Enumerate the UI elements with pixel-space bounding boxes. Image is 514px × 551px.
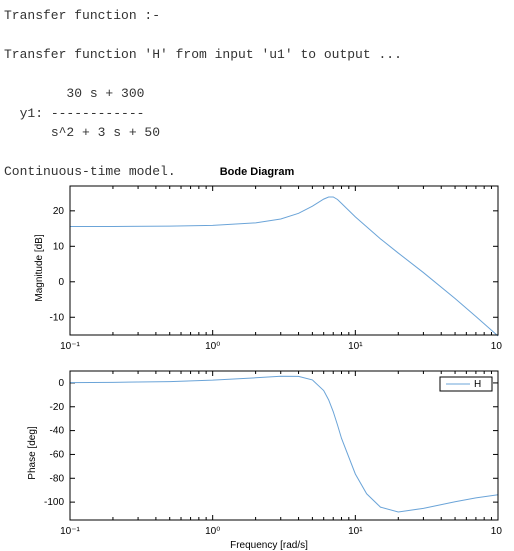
svg-text:-20: -20 [50,402,65,413]
magnitude-ylabel: Magnitude [dB] [34,234,45,301]
tf-denominator: s^2 + 3 s + 50 [4,123,510,143]
svg-text:0: 0 [58,378,64,389]
svg-text:20: 20 [53,206,65,217]
svg-text:-60: -60 [50,449,65,460]
magnitude-plot: Magnitude [dB] 10⁻¹ 10⁰ 10¹ 10² -10 0 10 20 [36,180,502,355]
svg-text:10²: 10² [491,526,502,537]
svg-text:10⁰: 10⁰ [205,526,220,537]
svg-text:10²: 10² [491,341,502,352]
magnitude-svg: 10⁻¹ 10⁰ 10¹ 10² -10 0 10 20 [36,180,502,355]
frequency-xlabel: Frequency [rad/s] [36,540,502,551]
svg-text:10¹: 10¹ [348,341,363,352]
svg-text:10: 10 [53,241,65,252]
phase-ylabel: Phase [deg] [27,426,38,479]
svg-text:-80: -80 [50,473,65,484]
svg-text:10¹: 10¹ [348,526,363,537]
svg-text:0: 0 [58,277,64,288]
transfer-function-block: Transfer function :- Transfer function '… [4,6,510,182]
svg-text:H: H [474,379,481,390]
svg-text:10⁻¹: 10⁻¹ [60,341,80,352]
svg-text:-40: -40 [50,426,65,437]
phase-svg: 10⁻¹ 10⁰ 10¹ 10² -100 -80 -60 -40 -20 0 H [36,365,502,540]
tf-numerator: 30 s + 300 [4,84,510,104]
bode-diagram-title: Bode Diagram [0,166,514,178]
svg-text:-100: -100 [44,497,64,508]
svg-text:10⁰: 10⁰ [205,341,220,352]
phase-plot: Phase [deg] 10⁻¹10⁰10¹10²-100-80-60-40-2… [36,365,502,540]
svg-text:-10: -10 [50,312,65,323]
svg-text:10⁻¹: 10⁻¹ [60,526,80,537]
tf-fraction: y1: ------------ [4,104,510,124]
tf-desc: Transfer function 'H' from input 'u1' to… [4,45,510,65]
tf-header: Transfer function :- [4,6,510,26]
